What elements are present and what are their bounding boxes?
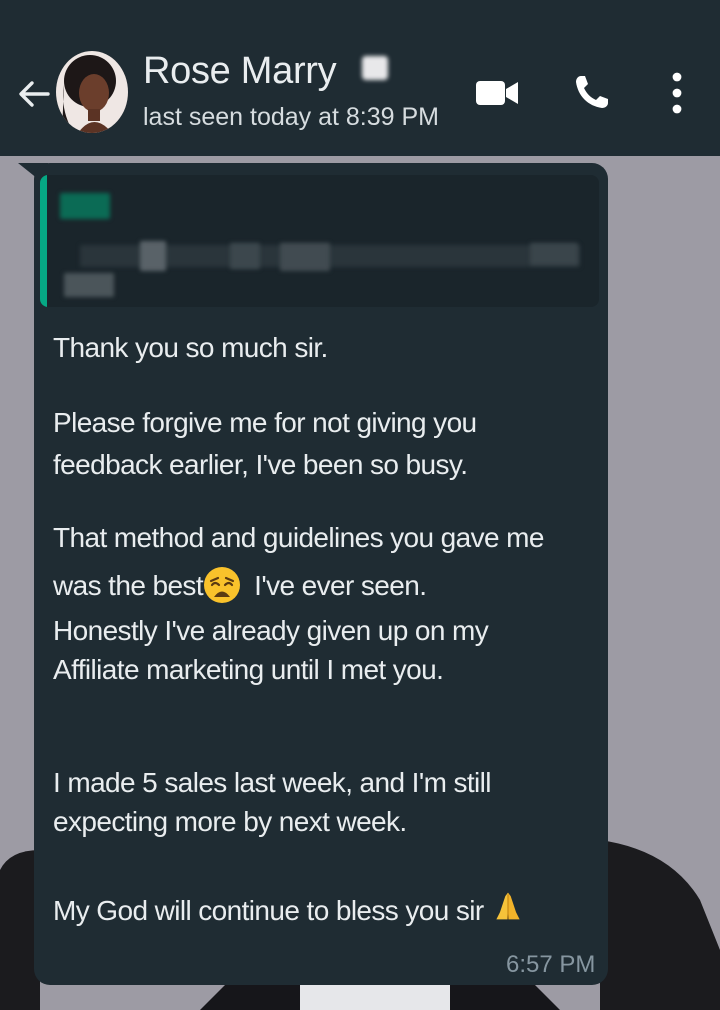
redacted-quote-text: [530, 243, 578, 265]
last-seen-status: last seen today at 8:39 PM: [143, 103, 440, 131]
redacted-quote-sender: [60, 193, 110, 219]
avatar-photo: [56, 51, 128, 133]
quoted-message[interactable]: [40, 175, 599, 307]
message-text: My God will continue to bless you sir: [53, 895, 491, 926]
video-call-icon[interactable]: [474, 76, 520, 110]
message-text: was the best: [53, 570, 204, 601]
contact-avatar[interactable]: [56, 51, 128, 133]
quote-accent-bar: [40, 175, 47, 307]
message-line: I made 5 sales last week, and I'm still: [53, 767, 492, 798]
folded-hands-emoji: [496, 892, 520, 920]
redacted-badge: [362, 56, 388, 80]
chat-header: Rose Marry last seen today at 8:39 PM: [0, 0, 720, 156]
message-line: Thank you so much sir.: [53, 332, 328, 363]
message-line: Honestly I've already given up on my: [53, 615, 489, 646]
message-line: Affiliate marketing until I met you.: [53, 654, 444, 685]
message-timestamp: 6:57 PM: [506, 951, 596, 978]
redacted-quote-text: [280, 243, 330, 271]
contact-name[interactable]: Rose Marry: [143, 50, 337, 93]
message-line: expecting more by next week.: [53, 806, 407, 837]
more-options-icon[interactable]: [666, 70, 688, 116]
message-line: That method and guidelines you gave me: [53, 522, 544, 553]
message-line: My God will continue to bless you sir: [53, 886, 531, 932]
redacted-quote-text: [230, 243, 260, 269]
weary-face-emoji: [204, 567, 240, 603]
back-arrow-icon[interactable]: [14, 74, 54, 114]
redacted-quote-text: [64, 273, 114, 297]
message-line: Please forgive me for not giving you: [53, 407, 477, 438]
voice-call-icon[interactable]: [572, 72, 612, 112]
message-text: I've ever seen.: [247, 570, 427, 601]
message-line: was the best I've ever seen.: [53, 565, 427, 607]
redacted-quote-text: [140, 241, 166, 271]
message-line: feedback earlier, I've been so busy.: [53, 449, 468, 480]
